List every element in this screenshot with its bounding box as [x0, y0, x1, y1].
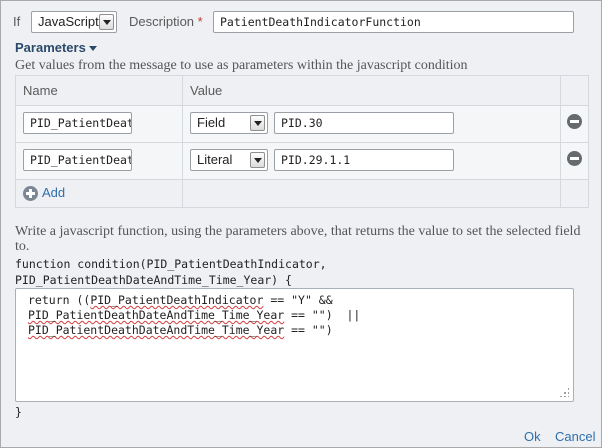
table-row: PID_PatientDeat Field PID.30	[16, 106, 588, 143]
code-token: == "")	[284, 323, 333, 337]
chevron-down-icon[interactable]	[250, 152, 265, 168]
cancel-button[interactable]: Cancel	[555, 429, 595, 444]
function-signature-line1: function condition(PID_PatientDeathIndic…	[15, 257, 327, 271]
add-label: Add	[42, 185, 66, 200]
parameters-toggle[interactable]: Parameters	[15, 40, 97, 55]
caret-down-icon	[88, 46, 97, 52]
if-label: If	[13, 14, 21, 29]
column-divider	[182, 76, 183, 207]
code-token: return ((	[28, 293, 91, 307]
resize-grip-icon[interactable]	[559, 387, 569, 397]
code-token: == "") ||	[284, 308, 361, 322]
function-help: Write a javascript function, using the p…	[15, 224, 581, 254]
parameters-header: Name Value	[16, 76, 588, 106]
parameters-help: Get values from the message to use as pa…	[15, 58, 468, 73]
language-value: JavaScript	[38, 14, 99, 29]
language-select[interactable]: JavaScript	[31, 11, 117, 33]
param-name-input[interactable]: PID_PatientDeat	[23, 112, 132, 134]
plus-icon	[23, 186, 38, 201]
remove-row-icon[interactable]	[567, 151, 582, 166]
code-variable: PID_PatientDeathDateAndTime_Time_Year	[28, 323, 285, 337]
table-row: PID_PatientDeat Literal PID.29.1.1	[16, 143, 588, 180]
function-signature-line2: PID_PatientDeathDateAndTime_Time_Year) {	[15, 273, 292, 287]
column-divider	[560, 76, 561, 207]
param-value-input[interactable]: PID.30	[274, 112, 454, 134]
required-mark: *	[197, 14, 203, 29]
function-body-editor[interactable]: return ((PID_PatientDeathIndicator == "Y…	[15, 288, 574, 402]
parameters-title: Parameters	[15, 40, 86, 55]
chevron-down-icon[interactable]	[250, 115, 265, 131]
function-closing-brace: }	[15, 405, 22, 419]
code-token: == "Y" &&	[263, 293, 333, 307]
code-variable: PID_PatientDeathIndicator	[90, 293, 264, 307]
param-name-input[interactable]: PID_PatientDeat	[23, 149, 132, 171]
column-header-name: Name	[23, 83, 58, 98]
condition-dialog: If JavaScript Description * PatientDeath…	[0, 0, 602, 448]
param-type-value: Literal	[197, 152, 233, 167]
description-label: Description *	[129, 14, 203, 29]
description-label-text: Description	[129, 14, 195, 29]
remove-row-icon[interactable]	[567, 114, 582, 129]
code-content: return ((PID_PatientDeathIndicator == "Y…	[28, 293, 360, 338]
param-type-select[interactable]: Literal	[190, 149, 268, 171]
param-type-select[interactable]: Field	[190, 112, 268, 134]
chevron-down-icon[interactable]	[99, 14, 114, 30]
code-variable: PID_PatientDeathDateAndTime_Time_Year	[28, 308, 285, 322]
column-header-value: Value	[190, 83, 223, 98]
parameters-table: Name Value PID_PatientDeat Field PID.30 …	[15, 75, 589, 208]
ok-button[interactable]: Ok	[524, 429, 541, 444]
param-value-input[interactable]: PID.29.1.1	[274, 149, 454, 171]
description-input[interactable]: PatientDeathIndicatorFunction	[213, 11, 574, 33]
param-type-value: Field	[197, 115, 226, 130]
